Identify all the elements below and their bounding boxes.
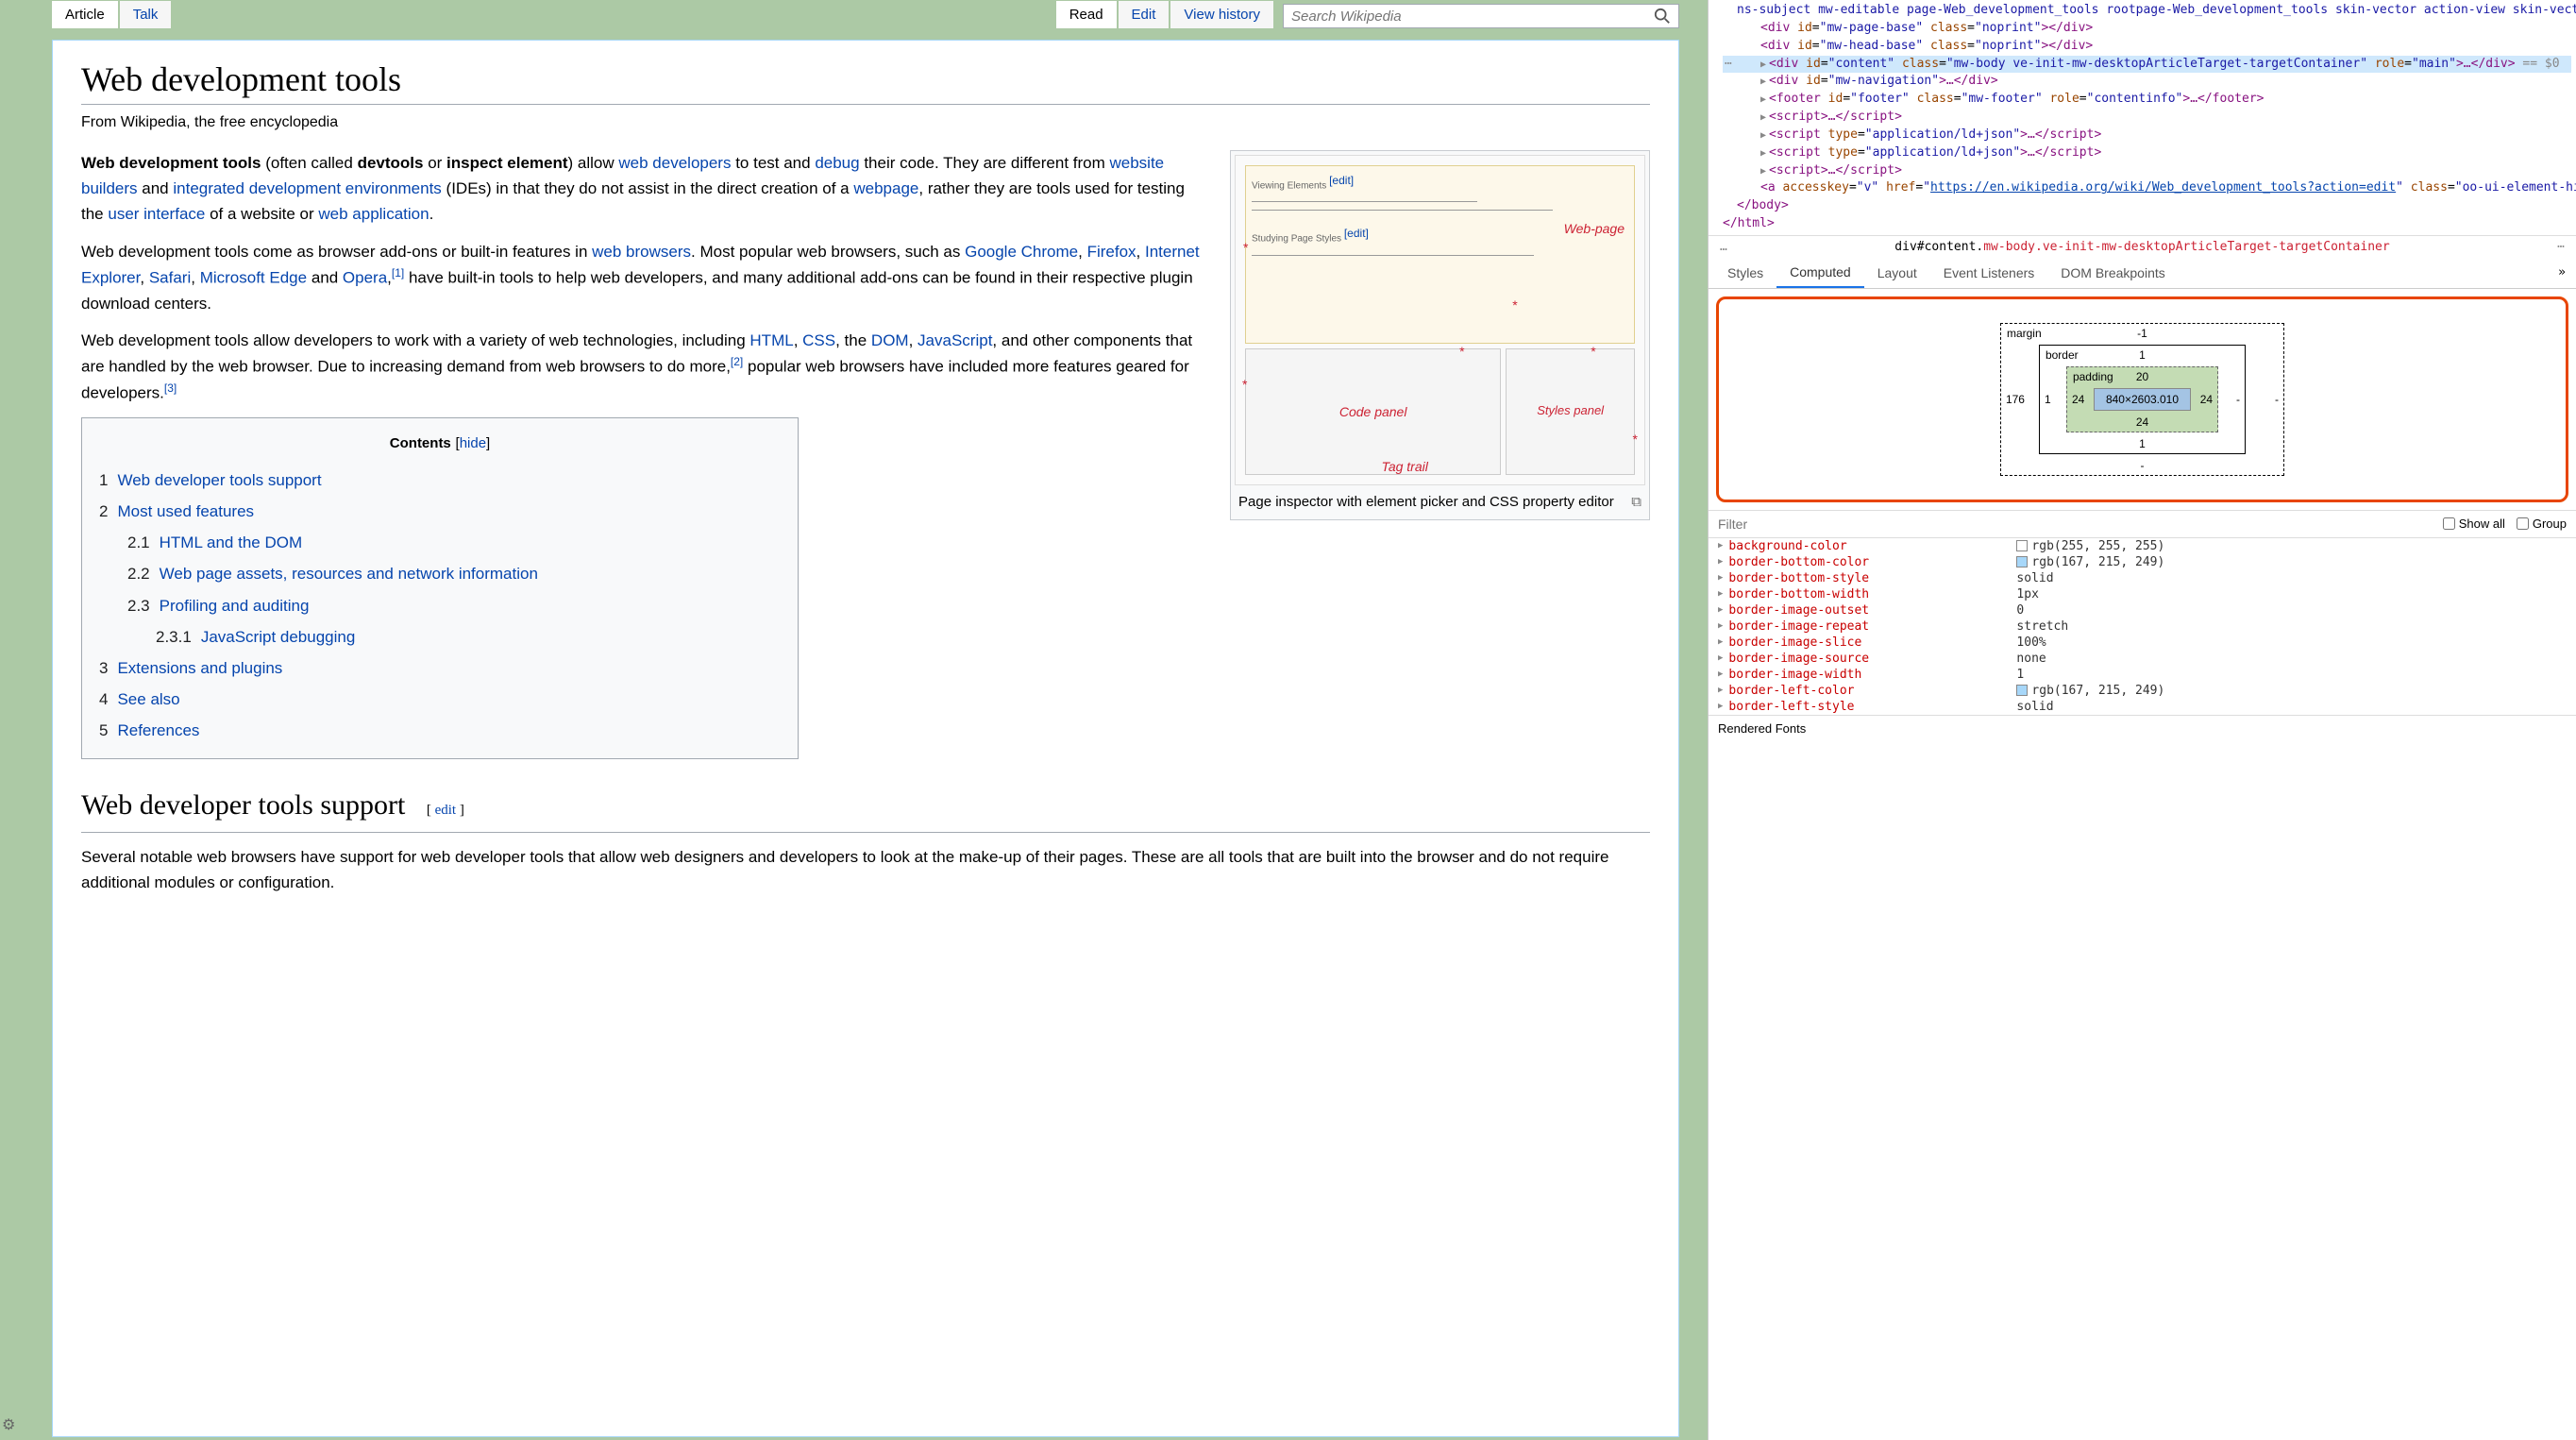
thumbnail: Viewing Elements [edit] * * Web-page Stu… (1230, 150, 1650, 520)
box-content-size: 840×2603.010 (2094, 388, 2191, 411)
tab-read[interactable]: Read (1056, 1, 1117, 28)
section-edit-link[interactable]: edit (435, 803, 457, 818)
tab-article[interactable]: Article (52, 1, 118, 28)
tabs-row: Article Talk Read Edit View history (52, 0, 1679, 28)
toc-item[interactable]: 2.2Web page assets, resources and networ… (127, 558, 781, 589)
toc-item[interactable]: 2.1HTML and the DOM (127, 527, 781, 558)
tab-computed[interactable]: Computed (1776, 258, 1864, 288)
link-js[interactable]: JavaScript (918, 331, 992, 349)
property-row[interactable]: border-image-outset0 (1718, 602, 2576, 618)
table-of-contents: Contents [hide] 1Web developer tools sup… (81, 417, 799, 759)
wikipedia-page: Article Talk Read Edit View history Web … (0, 0, 1708, 1440)
group-checkbox[interactable]: Group (2517, 517, 2567, 531)
more-tabs-icon[interactable]: » (2553, 261, 2570, 284)
namespace-tabs: Article Talk (52, 1, 171, 28)
tab-event-listeners[interactable]: Event Listeners (1930, 259, 2048, 287)
paragraph-4: Several notable web browsers have suppor… (81, 844, 1650, 895)
filter-row: Show all Group (1709, 510, 2576, 538)
link-debug[interactable]: debug (815, 154, 859, 172)
link-web-browsers[interactable]: web browsers (592, 243, 691, 261)
link-web-developers[interactable]: web developers (618, 154, 731, 172)
box-model-diagram[interactable]: margin -1 - 176 - border 1 1 1 - padding… (1716, 296, 2568, 502)
link-html[interactable]: HTML (749, 331, 793, 349)
thumb-label-webpage: Web-page (1564, 218, 1625, 239)
view-tabs: Read Edit View history (1056, 1, 1273, 28)
property-row[interactable]: border-bottom-width1px (1718, 586, 2576, 602)
thumbnail-caption: Page inspector with element picker and C… (1238, 491, 1614, 514)
tab-talk[interactable]: Talk (120, 1, 172, 28)
ref-1[interactable]: [1] (392, 266, 404, 280)
show-all-checkbox[interactable]: Show all (2443, 517, 2505, 531)
link-edge[interactable]: Microsoft Edge (200, 268, 307, 286)
computed-properties-list[interactable]: background-colorrgb(255, 255, 255)border… (1709, 538, 2576, 715)
toc-title: Contents (390, 435, 451, 451)
toc-item[interactable]: 2.3.1JavaScript debugging (156, 621, 781, 652)
tab-history[interactable]: View history (1170, 1, 1273, 28)
page-subtitle: From Wikipedia, the free encyclopedia (81, 114, 1650, 131)
link-ui[interactable]: user interface (108, 205, 205, 223)
toc-item[interactable]: 5References (99, 715, 781, 746)
dom-href-link[interactable]: https://en.wikipedia.org/wiki/Web_develo… (1930, 180, 2396, 195)
toc-item[interactable]: 2Most used features (99, 496, 781, 527)
property-row[interactable]: border-left-stylesolid (1718, 699, 2576, 715)
link-safari[interactable]: Safari (149, 268, 191, 286)
toc-item[interactable]: 2.3Profiling and auditing (127, 590, 781, 621)
devtools-subtabs: Styles Computed Layout Event Listeners D… (1709, 258, 2576, 289)
tab-layout[interactable]: Layout (1864, 259, 1930, 287)
ref-2[interactable]: [2] (731, 355, 743, 368)
search-input[interactable] (1291, 8, 1654, 25)
link-webpage[interactable]: webpage (853, 179, 918, 197)
rendered-fonts-section[interactable]: Rendered Fonts (1709, 715, 2576, 741)
toc-item[interactable]: 4See also (99, 684, 781, 715)
link-chrome[interactable]: Google Chrome (965, 243, 1078, 261)
toc-item[interactable]: 1Web developer tools support (99, 465, 781, 496)
enlarge-icon[interactable]: ⧉ (1631, 491, 1642, 514)
link-dom[interactable]: DOM (871, 331, 909, 349)
thumb-code-panel: Code panel (1245, 348, 1501, 475)
article-content: Web development tools From Wikipedia, th… (52, 40, 1679, 1437)
tab-edit[interactable]: Edit (1119, 1, 1170, 28)
property-row[interactable]: border-left-colorrgb(167, 215, 249) (1718, 683, 2576, 699)
settings-gear-icon[interactable]: ⚙ (2, 1415, 15, 1434)
property-row[interactable]: border-bottom-stylesolid (1718, 570, 2576, 586)
dom-class-fragment: ns-subject mw-editable page-Web_developm… (1737, 3, 2576, 17)
property-row[interactable]: background-colorrgb(255, 255, 255) (1718, 538, 2576, 554)
property-row[interactable]: border-image-repeatstretch (1718, 618, 2576, 635)
breadcrumb-selected: mw-body.ve-init-mw-desktopArticleTarget-… (1983, 240, 2389, 254)
ellipsis-icon[interactable]: ⋯ (1725, 56, 1732, 74)
search-box[interactable] (1283, 4, 1679, 28)
link-opera[interactable]: Opera (343, 268, 387, 286)
filter-input[interactable] (1718, 517, 2432, 532)
link-css[interactable]: CSS (802, 331, 835, 349)
tab-dom-breakpoints[interactable]: DOM Breakpoints (2047, 259, 2178, 287)
devtools-panel: ns-subject mw-editable page-Web_developm… (1708, 0, 2576, 1440)
link-ide[interactable]: integrated development environments (173, 179, 441, 197)
section-heading: Web developer tools support [ edit ] (81, 783, 1650, 833)
thumb-styles-panel: Styles panel (1506, 348, 1635, 475)
dom-tree[interactable]: ns-subject mw-editable page-Web_developm… (1709, 0, 2576, 235)
toc-hide[interactable]: hide (460, 435, 486, 451)
property-row[interactable]: border-image-width1 (1718, 667, 2576, 683)
property-row[interactable]: border-image-slice100% (1718, 635, 2576, 651)
property-row[interactable]: border-bottom-colorrgb(167, 215, 249) (1718, 554, 2576, 570)
property-row[interactable]: border-image-sourcenone (1718, 651, 2576, 667)
link-web-application[interactable]: web application (318, 205, 429, 223)
tab-styles[interactable]: Styles (1714, 259, 1776, 287)
page-title: Web development tools (81, 59, 1650, 105)
toc-item[interactable]: 3Extensions and plugins (99, 652, 781, 684)
dom-selected-node[interactable]: ⋯<div id="content" class="mw-body ve-ini… (1723, 56, 2571, 74)
thumbnail-image[interactable]: Viewing Elements [edit] * * Web-page Stu… (1235, 155, 1645, 485)
link-firefox[interactable]: Firefox (1087, 243, 1136, 261)
thumb-tag-trail: Tag trail (1382, 456, 1428, 477)
term-bold: Web development tools (81, 154, 261, 172)
ref-3[interactable]: [3] (164, 381, 177, 395)
search-icon[interactable] (1654, 8, 1671, 25)
breadcrumb-trail[interactable]: … div#content.mw-body.ve-init-mw-desktop… (1709, 235, 2576, 258)
